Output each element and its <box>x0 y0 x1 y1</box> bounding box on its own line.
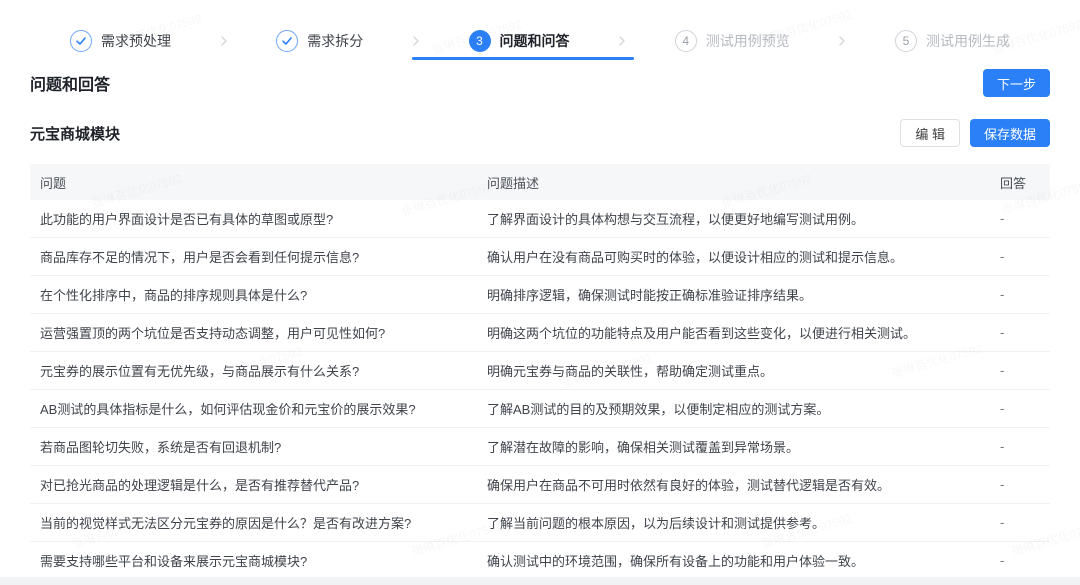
question-cell: 元宝券的展示位置有无优先级，与商品展示有什么关系? <box>30 361 477 380</box>
question-cell: 对已抢光商品的处理逻辑是什么，是否有推荐替代产品? <box>30 475 477 494</box>
question-cell: 若商品图轮切失败，系统是否有回退机制? <box>30 437 477 456</box>
column-header-description: 问题描述 <box>477 173 990 192</box>
page-header: 问题和回答 下一步 <box>30 68 1050 98</box>
question-cell: 需要支持哪些平台和设备来展示元宝商城模块? <box>30 551 477 570</box>
question-cell: 运营强置顶的两个坑位是否支持动态调整，用户可见性如何? <box>30 323 477 342</box>
question-cell: 商品库存不足的情况下，用户是否会看到任何提示信息? <box>30 247 477 266</box>
table-row: 此功能的用户界面设计是否已有具体的草图或原型? 了解界面设计的具体构想与交互流程… <box>30 200 1050 238</box>
chevron-right-icon <box>615 34 629 48</box>
table-row: 在个性化排序中，商品的排序规则具体是什么? 明确排序逻辑，确保测试时能按正确标准… <box>30 276 1050 314</box>
table-row: AB测试的具体指标是什么，如何评估现金价和元宝价的展示效果? 了解AB测试的目的… <box>30 390 1050 428</box>
step-questions-answers[interactable]: 3 问题和问答 <box>469 30 570 52</box>
answer-cell: - <box>990 401 1050 416</box>
qa-table: 问题 问题描述 回答 此功能的用户界面设计是否已有具体的草图或原型? 了解界面设… <box>30 164 1050 580</box>
step-label: 问题和问答 <box>500 31 570 51</box>
step-number-badge: 3 <box>469 30 491 52</box>
wizard-stepper: 需求预处理 需求拆分 3 问题和问答 4 测试用例预览 <box>0 0 1080 60</box>
table-row: 对已抢光商品的处理逻辑是什么，是否有推荐替代产品? 确保用户在商品不可用时依然有… <box>30 466 1050 504</box>
next-step-button[interactable]: 下一步 <box>983 69 1050 97</box>
answer-cell: - <box>990 249 1050 264</box>
chevron-right-icon <box>217 34 231 48</box>
description-cell: 确认测试中的环境范围，确保所有设备上的功能和用户体验一致。 <box>477 551 990 570</box>
module-title: 元宝商城模块 <box>30 123 120 144</box>
step-label: 需求拆分 <box>307 31 363 51</box>
description-cell: 了解当前问题的根本原因，以为后续设计和测试提供参考。 <box>477 513 990 532</box>
page-title: 问题和回答 <box>30 71 110 95</box>
answer-cell: - <box>990 515 1050 530</box>
step-label: 需求预处理 <box>101 31 171 51</box>
module-section-header: 元宝商城模块 编 辑 保存数据 <box>30 118 1050 148</box>
description-cell: 明确排序逻辑，确保测试时能按正确标准验证排序结果。 <box>477 285 990 304</box>
answer-cell: - <box>990 287 1050 302</box>
section-actions: 编 辑 保存数据 <box>900 119 1050 147</box>
step-done-check-icon <box>276 30 298 52</box>
step-testcase-generate[interactable]: 5 测试用例生成 <box>895 30 1010 52</box>
table-row: 元宝券的展示位置有无优先级，与商品展示有什么关系? 明确元宝券与商品的关联性，帮… <box>30 352 1050 390</box>
description-cell: 明确这两个坑位的功能特点及用户能否看到这些变化，以便进行相关测试。 <box>477 323 990 342</box>
answer-cell: - <box>990 477 1050 492</box>
page: 张琳百优化07592 张琳百优化07592 张琳百优化07592 张琳百优化07… <box>0 0 1080 585</box>
bottom-edge-strip <box>0 577 1080 585</box>
question-cell: AB测试的具体指标是什么，如何评估现金价和元宝价的展示效果? <box>30 399 477 418</box>
answer-cell: - <box>990 325 1050 340</box>
description-cell: 了解AB测试的目的及预期效果，以便制定相应的测试方案。 <box>477 399 990 418</box>
edit-button[interactable]: 编 辑 <box>900 119 960 147</box>
step-number-badge: 4 <box>675 30 697 52</box>
answer-cell: - <box>990 553 1050 568</box>
table-header-row: 问题 问题描述 回答 <box>30 164 1050 200</box>
save-data-button[interactable]: 保存数据 <box>970 119 1050 147</box>
active-step-underline <box>412 57 634 60</box>
description-cell: 明确元宝券与商品的关联性，帮助确定测试重点。 <box>477 361 990 380</box>
table-row: 当前的视觉样式无法区分元宝券的原因是什么？是否有改进方案? 了解当前问题的根本原… <box>30 504 1050 542</box>
answer-cell: - <box>990 363 1050 378</box>
table-row: 需要支持哪些平台和设备来展示元宝商城模块? 确认测试中的环境范围，确保所有设备上… <box>30 542 1050 580</box>
step-label: 测试用例预览 <box>706 31 790 51</box>
column-header-question: 问题 <box>30 173 477 192</box>
question-cell: 当前的视觉样式无法区分元宝券的原因是什么？是否有改进方案? <box>30 513 477 532</box>
table-row: 商品库存不足的情况下，用户是否会看到任何提示信息? 确认用户在没有商品可购买时的… <box>30 238 1050 276</box>
answer-cell: - <box>990 439 1050 454</box>
chevron-right-icon <box>409 34 423 48</box>
description-cell: 了解潜在故障的影响，确保相关测试覆盖到异常场景。 <box>477 437 990 456</box>
description-cell: 了解界面设计的具体构想与交互流程，以便更好地编写测试用例。 <box>477 209 990 228</box>
step-testcase-preview[interactable]: 4 测试用例预览 <box>675 30 790 52</box>
table-row: 若商品图轮切失败，系统是否有回退机制? 了解潜在故障的影响，确保相关测试覆盖到异… <box>30 428 1050 466</box>
question-cell: 在个性化排序中，商品的排序规则具体是什么? <box>30 285 477 304</box>
chevron-right-icon <box>835 34 849 48</box>
step-requirement-split[interactable]: 需求拆分 <box>276 30 363 52</box>
table-row: 运营强置顶的两个坑位是否支持动态调整，用户可见性如何? 明确这两个坑位的功能特点… <box>30 314 1050 352</box>
step-done-check-icon <box>70 30 92 52</box>
step-requirement-preprocess[interactable]: 需求预处理 <box>70 30 171 52</box>
question-cell: 此功能的用户界面设计是否已有具体的草图或原型? <box>30 209 477 228</box>
column-header-answer: 回答 <box>990 173 1050 192</box>
description-cell: 确认用户在没有商品可购买时的体验，以便设计相应的测试和提示信息。 <box>477 247 990 266</box>
description-cell: 确保用户在商品不可用时依然有良好的体验，测试替代逻辑是否有效。 <box>477 475 990 494</box>
step-number-badge: 5 <box>895 30 917 52</box>
answer-cell: - <box>990 211 1050 226</box>
step-label: 测试用例生成 <box>926 31 1010 51</box>
